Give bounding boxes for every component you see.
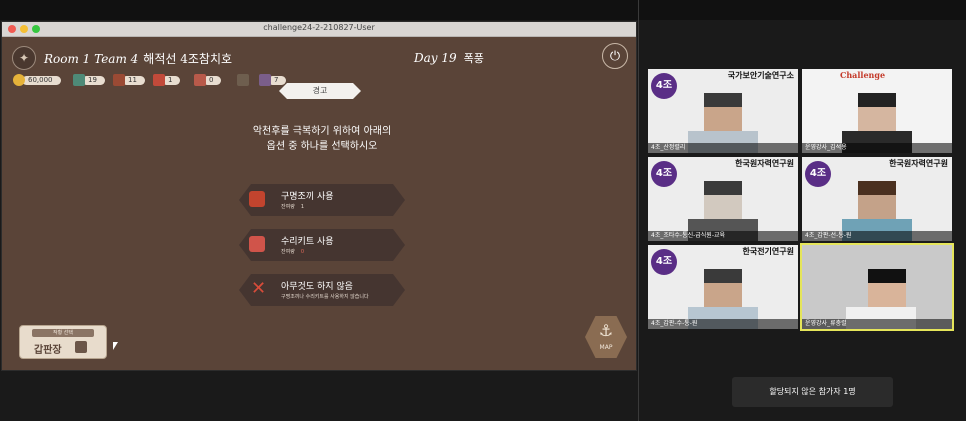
panel-divider — [638, 0, 639, 421]
video-tile-active-speaker[interactable]: 운영강사_류충렬 — [800, 243, 954, 331]
day-label: Day 19 — [414, 51, 457, 65]
option-remaining: 잔여량 0 — [281, 248, 304, 255]
remaining-value: 1 — [300, 204, 304, 210]
participant-image — [858, 181, 896, 221]
alert-label: 경고 — [279, 83, 361, 99]
resource-value: 11 — [122, 75, 145, 85]
window-titlebar: challenge24-2-210827-User — [2, 22, 636, 37]
participant-name: 4조_갑판-수-통-원 — [648, 319, 798, 329]
org-label: 한국전기연구원 — [742, 247, 794, 256]
participant-name: 운영강사_김석용 — [802, 143, 952, 153]
coin-icon — [13, 74, 25, 86]
game-window: challenge24-2-210827-User ✦ Room 1 Team … — [1, 21, 637, 371]
option-description: 구명조끼나 수리키트를 사용하지 않습니다 — [281, 294, 369, 300]
remaining-label: 잔여량 — [281, 249, 295, 255]
team-badge: 4조 — [651, 249, 677, 275]
production-selector[interactable]: 작황 선택 갑판장 — [19, 325, 107, 359]
room-label: Room 1 Team 4 — [44, 52, 139, 66]
food-icon — [113, 74, 125, 86]
barrel-icon — [237, 74, 249, 86]
weather-label: 폭풍 — [463, 52, 484, 65]
option-label: 아무것도 하지 않음 — [281, 282, 353, 292]
video-tile[interactable]: Challenge 운영강사_김석용 — [802, 69, 952, 153]
top-bar — [0, 0, 966, 20]
option-repair-kit[interactable]: 수리키트 사용 잔여량 0 — [239, 229, 405, 261]
video-tile[interactable]: 4조 국가보안기술연구소 4조_산정렬리 — [648, 69, 798, 153]
window-title: challenge24-2-210827-User — [263, 23, 375, 32]
game-header: ✦ Room 1 Team 4 해적선 4조참치호 Day 19 폭풍 ⏻ — [12, 43, 628, 70]
option-label: 수리키트 사용 — [281, 237, 334, 247]
participant-image — [868, 269, 906, 309]
production-checkbox[interactable] — [75, 341, 87, 353]
power-icon[interactable]: ⏻ — [602, 43, 628, 69]
resource-coin: 60,000 — [13, 74, 61, 86]
participant-image — [704, 181, 742, 221]
prompt-line-1: 악천후를 극복하기 위하여 아래의 — [252, 126, 392, 137]
team-badge: 4조 — [651, 73, 677, 99]
repair-kit-icon — [249, 236, 265, 252]
room-title: Room 1 Team 4 해적선 4조참치호 — [44, 50, 232, 67]
resource-value: 19 — [82, 75, 105, 85]
production-name: 갑판장 — [34, 345, 62, 356]
participant-name: 4조_조타수-통신-급식원-교육 — [648, 231, 798, 241]
video-tile[interactable]: 4조 한국원자력연구원 4조_조타수-통신-급식원-교육 — [648, 157, 798, 241]
team-badge: 4조 — [651, 161, 677, 187]
map-button[interactable]: ⚓ MAP — [585, 316, 627, 358]
option-life-vest[interactable]: 구명조끼 사용 잔여량 1 — [239, 184, 405, 216]
mouse-cursor — [113, 342, 118, 350]
resource-cannon: 7 — [259, 74, 287, 86]
resource-ration: 1 — [153, 74, 181, 86]
participant-image — [704, 93, 742, 133]
event-prompt: 악천후를 극복하기 위하여 아래의 옵션 중 하나를 선택하시오 — [212, 124, 432, 154]
option-label: 구명조끼 사용 — [281, 192, 334, 202]
map-label: MAP — [599, 344, 613, 351]
option-remaining: 잔여량 1 — [281, 203, 304, 210]
resource-repair: 0 — [194, 74, 222, 86]
resource-crew: 19 — [73, 74, 105, 86]
video-tile[interactable]: 4조 한국전기연구원 4조_갑판-수-통-원 — [648, 245, 798, 329]
org-label: 한국원자력연구원 — [735, 159, 794, 168]
participant-name: 4조_갑판-선-통-원 — [802, 231, 952, 241]
crew-icon — [73, 74, 85, 86]
ration-icon — [153, 74, 165, 86]
org-label: 국가보안기술연구소 — [727, 71, 794, 80]
remaining-label: 잔여량 — [281, 204, 295, 210]
compass-icon[interactable]: ✦ — [12, 46, 36, 70]
participant-image — [704, 269, 742, 309]
option-do-nothing[interactable]: ✕ 아무것도 하지 않음 구명조끼나 수리키트를 사용하지 않습니다 — [239, 274, 405, 306]
resource-value: 60,000 — [22, 75, 61, 85]
ship-name: 해적선 4조참치호 — [143, 52, 233, 66]
resource-food: 11 — [113, 74, 145, 86]
participant-name: 운영강사_류충렬 — [802, 319, 952, 329]
team-badge: 4조 — [805, 161, 831, 187]
production-caption: 작황 선택 — [32, 329, 94, 337]
remaining-value: 0 — [300, 249, 304, 255]
unassigned-participants-toast: 할당되지 않은 참가자 1명 — [732, 377, 893, 407]
prompt-line-2: 옵션 중 하나를 선택하시오 — [266, 141, 378, 152]
close-icon: ✕ — [251, 278, 267, 299]
day-indicator: Day 19 폭풍 — [414, 50, 484, 66]
participant-image — [858, 93, 896, 133]
map-icon: ⚓ — [598, 321, 614, 340]
participant-name: 4조_산정렬리 — [648, 143, 798, 153]
cannon-icon — [259, 74, 271, 86]
life-vest-icon — [249, 191, 265, 207]
org-label: Challenge — [840, 70, 886, 80]
resource-barrel — [237, 74, 249, 86]
repair-kit-icon — [194, 74, 206, 86]
org-label: 한국원자력연구원 — [889, 159, 948, 168]
video-tile[interactable]: 4조 한국원자력연구원 4조_갑판-선-통-원 — [802, 157, 952, 241]
